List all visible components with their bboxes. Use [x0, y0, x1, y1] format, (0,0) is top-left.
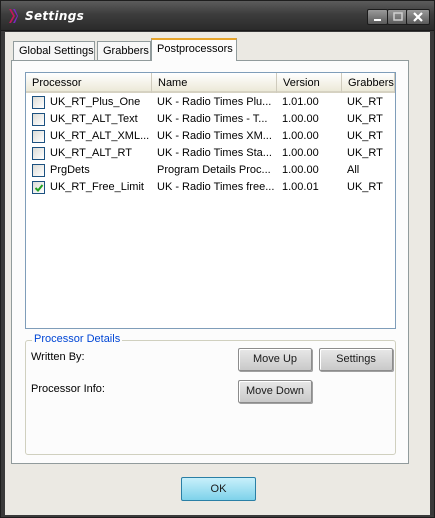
- name-cell: UK - Radio Times Sta...: [157, 147, 272, 159]
- grabbers-cell: UK_RT: [347, 96, 383, 108]
- grabbers-cell: UK_RT: [347, 130, 383, 142]
- column-label: Version: [283, 77, 320, 89]
- processor-cell: UK_RT_ALT_RT: [50, 147, 132, 159]
- enable-checkbox[interactable]: [32, 113, 45, 126]
- column-header-grabbers[interactable]: Grabbers: [342, 73, 395, 93]
- name-cell: UK - Radio Times Plu...: [157, 96, 272, 108]
- processor-details-group: Processor Details Written By: Processor …: [25, 333, 396, 455]
- minimize-button[interactable]: [367, 9, 388, 25]
- enable-checkbox[interactable]: [32, 130, 45, 143]
- settings-window: Settings Global Settings Grabbers Postpr…: [0, 0, 435, 518]
- column-header-version[interactable]: Version: [277, 73, 342, 93]
- version-cell: 1.00.00: [282, 130, 319, 142]
- enable-checkbox[interactable]: [32, 181, 45, 194]
- grabbers-cell: UK_RT: [347, 147, 383, 159]
- minimize-icon: [373, 19, 381, 21]
- list-item[interactable]: UK_RT_Free_Limit UK - Radio Times free..…: [26, 179, 395, 196]
- version-cell: 1.00.00: [282, 164, 319, 176]
- maximize-icon: [392, 12, 403, 21]
- app-icon: [9, 9, 18, 23]
- list-item[interactable]: UK_RT_Plus_One UK - Radio Times Plu... 1…: [26, 94, 395, 111]
- list-header: Processor Name Version Grabbers: [26, 73, 395, 93]
- maximize-button[interactable]: [387, 9, 408, 25]
- processor-list[interactable]: Processor Name Version Grabbers UK_RT_Pl…: [25, 72, 396, 329]
- version-cell: 1.00.00: [282, 147, 319, 159]
- tab-grabbers[interactable]: Grabbers: [97, 41, 151, 60]
- list-item[interactable]: UK_RT_ALT_Text UK - Radio Times - T... 1…: [26, 111, 395, 128]
- window-title: Settings: [25, 9, 85, 23]
- tab-postprocessors[interactable]: Postprocessors: [151, 38, 237, 61]
- grabbers-cell: UK_RT: [347, 181, 383, 193]
- move-down-button[interactable]: Move Down: [238, 380, 312, 403]
- column-header-name[interactable]: Name: [152, 73, 277, 93]
- title-bar[interactable]: Settings: [1, 1, 434, 31]
- name-cell: UK - Radio Times - T...: [157, 113, 268, 125]
- column-header-processor[interactable]: Processor: [26, 73, 152, 93]
- tab-label: Postprocessors: [157, 43, 233, 55]
- grabbers-cell: All: [347, 164, 360, 176]
- column-label: Grabbers: [348, 77, 394, 89]
- processor-cell: UK_RT_ALT_Text: [50, 113, 138, 125]
- close-icon: [413, 12, 423, 22]
- name-cell: UK - Radio Times free...: [157, 181, 274, 193]
- tab-label: Grabbers: [103, 45, 149, 57]
- name-cell: UK - Radio Times XM...: [157, 130, 272, 142]
- version-cell: 1.01.00: [282, 96, 319, 108]
- list-item[interactable]: UK_RT_ALT_RT UK - Radio Times Sta... 1.0…: [26, 145, 395, 162]
- tab-global-settings[interactable]: Global Settings: [13, 41, 95, 60]
- list-item[interactable]: UK_RT_ALT_XML... UK - Radio Times XM... …: [26, 128, 395, 145]
- processor-info-label: Processor Info:: [31, 383, 105, 395]
- settings-button[interactable]: Settings: [319, 348, 393, 371]
- processor-cell: PrgDets: [50, 164, 90, 176]
- processor-cell: UK_RT_Plus_One: [50, 96, 141, 108]
- dialog-client-area: Global Settings Grabbers Postprocessors …: [5, 32, 430, 515]
- move-up-button[interactable]: Move Up: [238, 348, 312, 371]
- grabbers-cell: UK_RT: [347, 113, 383, 125]
- written-by-label: Written By:: [31, 351, 85, 363]
- checkmark-icon: [34, 184, 44, 192]
- ok-button[interactable]: OK: [181, 477, 256, 501]
- version-cell: 1.00.01: [282, 181, 319, 193]
- processor-cell: UK_RT_Free_Limit: [50, 181, 144, 193]
- list-item[interactable]: PrgDets Program Details Proc... 1.00.00 …: [26, 162, 395, 179]
- column-label: Name: [158, 77, 188, 89]
- processor-cell: UK_RT_ALT_XML...: [50, 130, 150, 142]
- name-cell: Program Details Proc...: [157, 164, 271, 176]
- enable-checkbox[interactable]: [32, 147, 45, 160]
- enable-checkbox[interactable]: [32, 164, 45, 177]
- close-button[interactable]: [406, 9, 430, 25]
- postprocessors-panel: Processor Name Version Grabbers UK_RT_Pl…: [11, 60, 409, 464]
- version-cell: 1.00.00: [282, 113, 319, 125]
- group-legend: Processor Details: [32, 333, 123, 345]
- enable-checkbox[interactable]: [32, 96, 45, 109]
- tab-label: Global Settings: [19, 45, 94, 57]
- column-label: Processor: [32, 77, 82, 89]
